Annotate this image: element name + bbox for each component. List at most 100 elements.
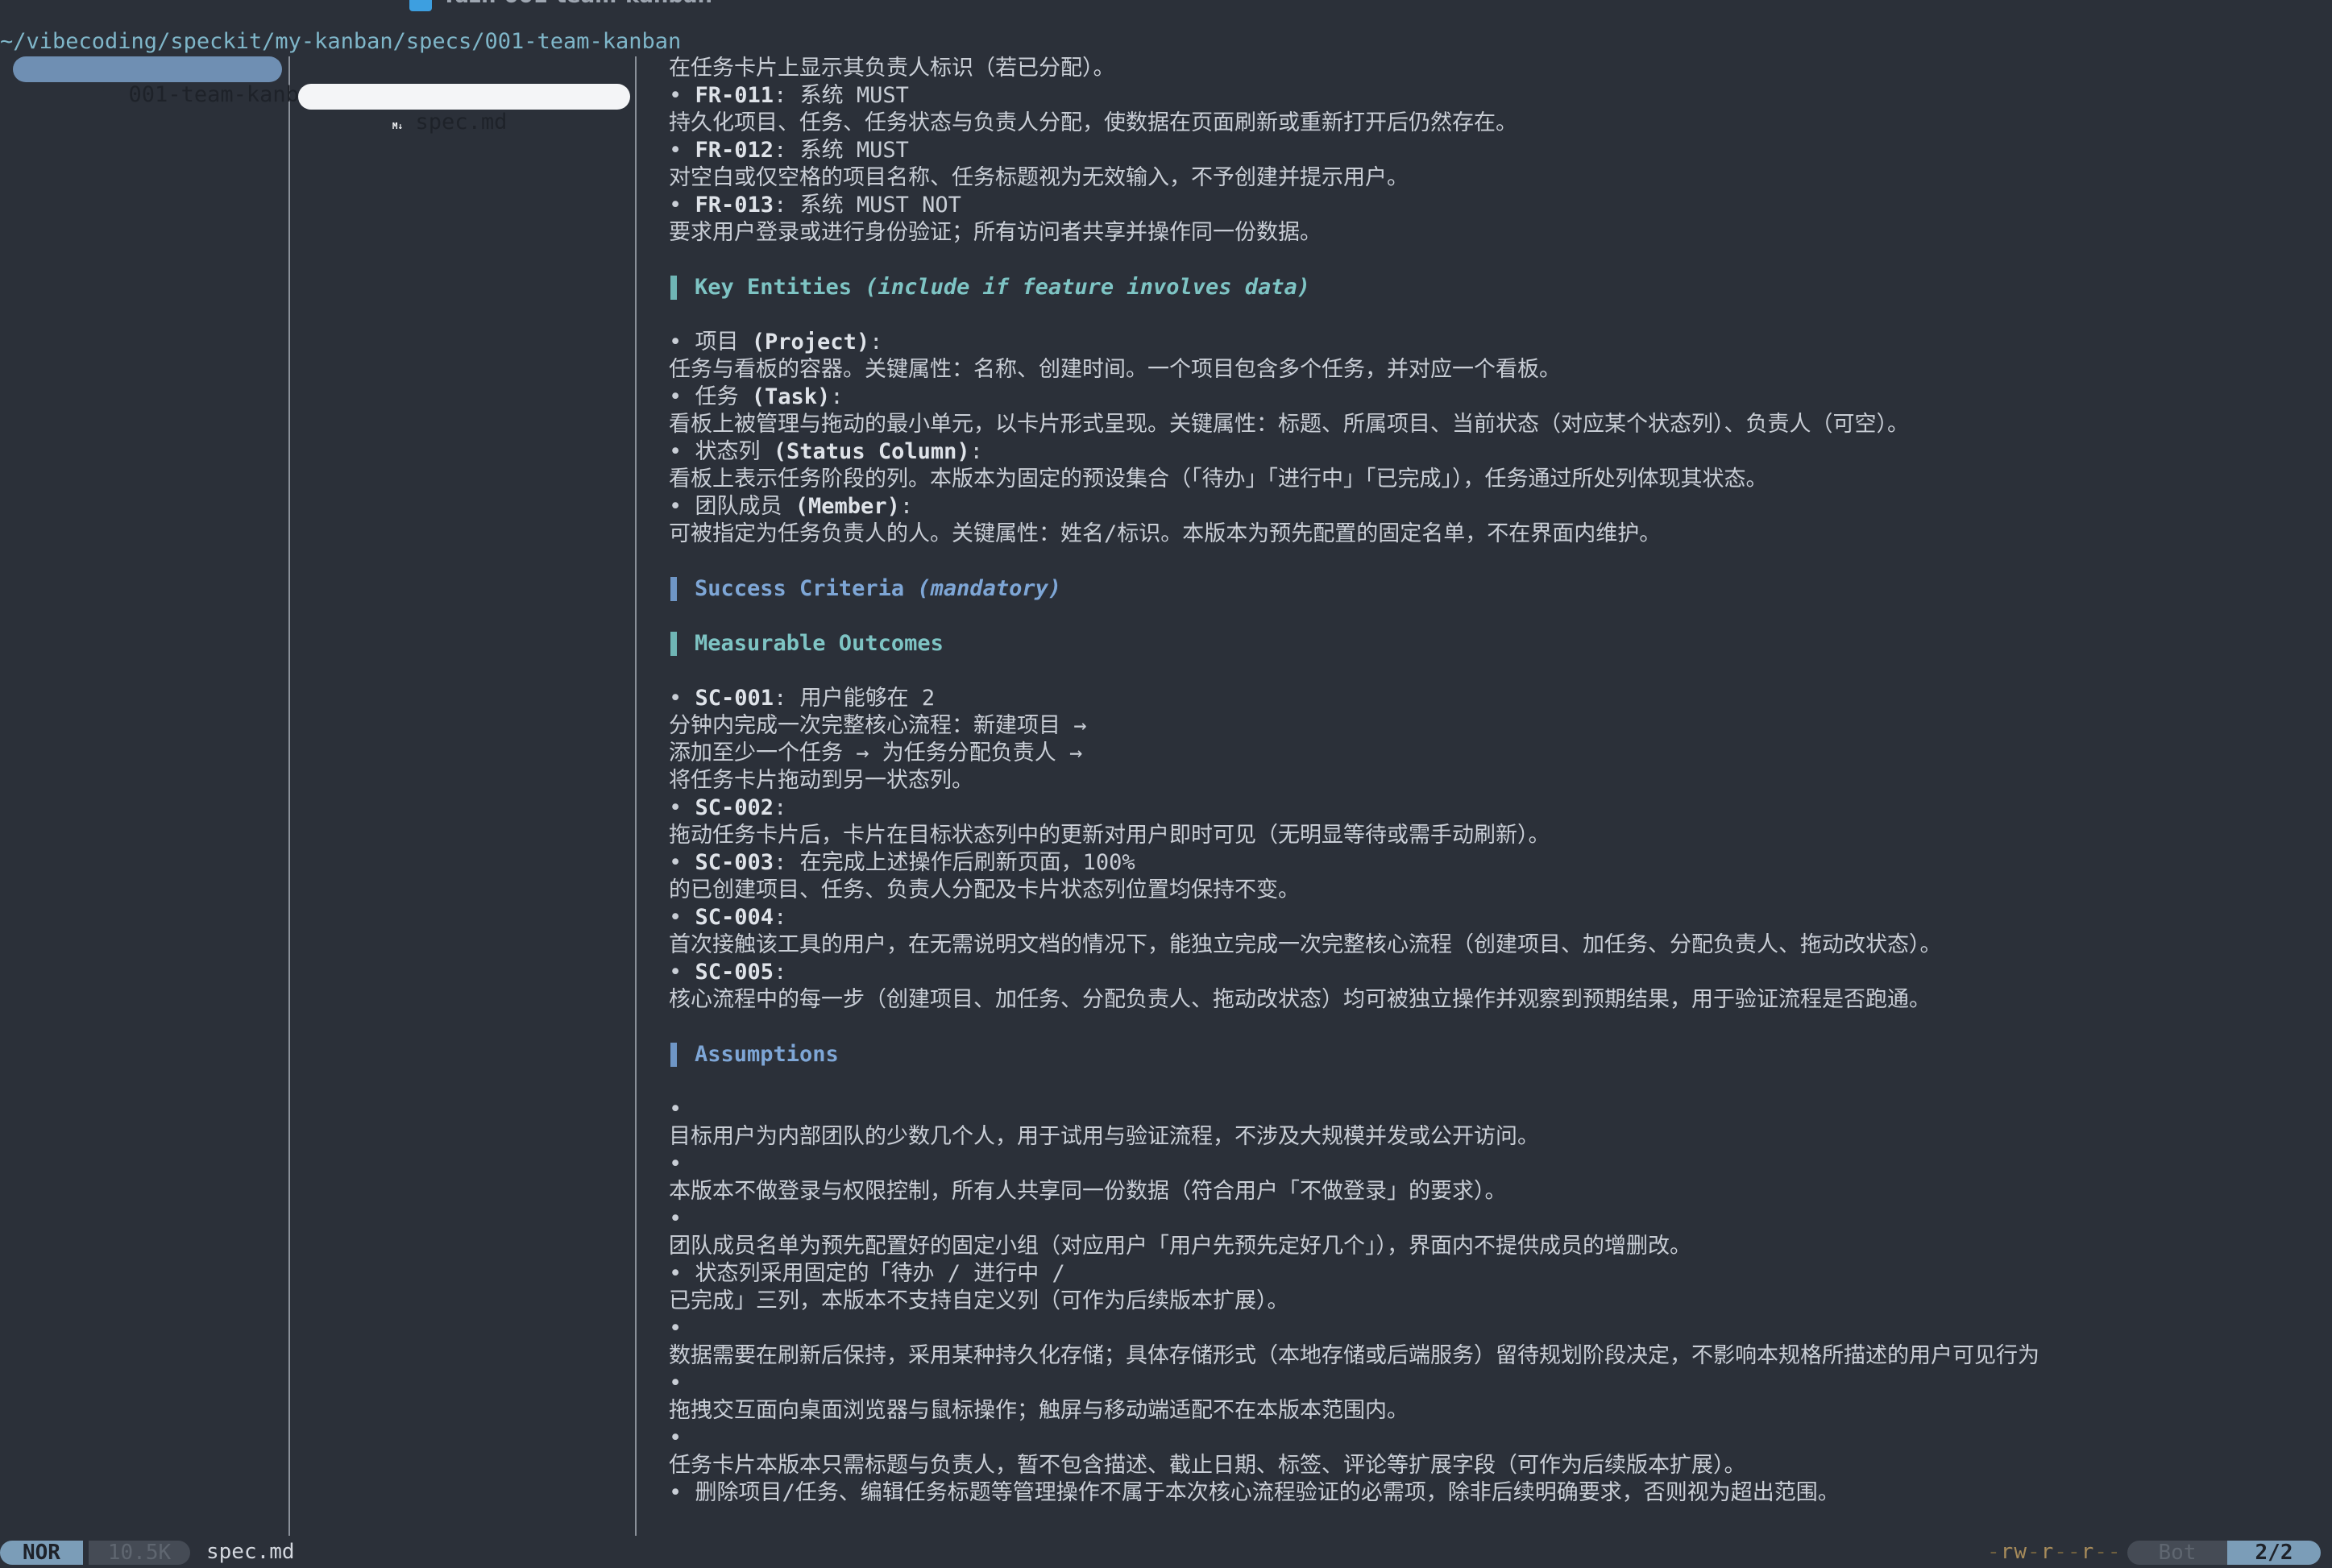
permission-char: - xyxy=(2054,1540,2068,1564)
bullet-marker: • xyxy=(669,1480,695,1505)
list-item: • FR-011: 系统 MUST xyxy=(669,82,909,110)
line-text: 本版本不做登录与权限控制，所有人共享同一份数据（符合用户「不做登录」的要求）。 xyxy=(669,1179,1507,1204)
requirement-id: FR-011 xyxy=(695,83,774,108)
text-line: 任务与看板的容器。关键属性：名称、创建时间。一个项目包含多个任务，并对应一个看板… xyxy=(669,356,1561,384)
entity-name: (Status Column) xyxy=(773,439,970,464)
line-text: 持久化项目、任务、任务状态与负责人分配，使数据在页面刷新或重新打开后仍然存在。 xyxy=(669,110,1517,135)
bullet-marker: • xyxy=(669,686,695,711)
line-text: 拖动任务卡片后，卡片在目标状态列中的更新对用户即时可见（无明显等待或需手动刷新）… xyxy=(669,823,1550,848)
section-heading-text: Key Entities xyxy=(695,275,865,300)
section-heading: Measurable Outcomes xyxy=(669,630,944,657)
list-item: • SC-001: 用户能够在 2 xyxy=(669,685,935,712)
status-bar: NOR 10.5K spec.md -rw-r--r-- Bot 2/2 xyxy=(0,1536,2332,1568)
line-text: 拖拽交互面向桌面浏览器与鼠标操作；触屏与移动端适配不在本版本范围内。 xyxy=(669,1398,1409,1423)
bullet-marker: • xyxy=(669,1316,683,1341)
section-heading: Key Entities (include if feature involve… xyxy=(669,274,1310,301)
line-text: 删除项目/任务、编辑任务标题等管理操作不属于本次核心流程验证的必需项，除非后续明… xyxy=(695,1480,1840,1505)
line-suffix: : xyxy=(830,384,844,409)
text-line: 核心流程中的每一步（创建项目、加任务、分配负责人、拖动改状态）均可被独立操作并观… xyxy=(669,986,1931,1014)
line-text: 状态列采用固定的「待办 / 进行中 / xyxy=(695,1261,1065,1286)
permission-char: - xyxy=(2094,1540,2108,1564)
line-text: 任务卡片本版本只需标题与负责人，暂不包含描述、截止日期、标签、评论等扩展字段（可… xyxy=(669,1453,1746,1478)
entity-name: (Task) xyxy=(751,384,831,409)
list-item: • xyxy=(669,1205,682,1233)
yazi-app-icon xyxy=(409,0,432,11)
file-preview-pane[interactable]: 在任务卡片上显示其负责人标识（若已分配）。 • FR-011: 系统 MUST 持久… xyxy=(669,55,2329,1537)
text-line: 将任务卡片拖动到另一状态列。 xyxy=(669,767,973,794)
line-text: 对空白或仅空格的项目名称、任务标题视为无效输入，不予创建并提示用户。 xyxy=(669,165,1409,190)
section-heading-note: (mandatory) xyxy=(917,576,1062,601)
text-line: 要求用户登录或进行身份验证；所有访问者共享并操作同一份数据。 xyxy=(669,219,1322,247)
line-text: 在任务卡片上显示其负责人标识（若已分配）。 xyxy=(669,56,1115,81)
permission-char: r xyxy=(2040,1540,2055,1564)
permission-char: - xyxy=(2027,1540,2041,1564)
file-permissions: -rw-r--r-- xyxy=(1987,1536,2122,1568)
requirement-id: SC-001 xyxy=(695,686,774,711)
list-item: • 任务 (Task): xyxy=(669,384,844,411)
section-heading-text: Assumptions xyxy=(695,1042,839,1067)
requirement-id: FR-013 xyxy=(695,193,774,218)
yazi-window: Yazi: 001-team-kanban ~/vibecoding/speck… xyxy=(0,0,2332,1568)
line-text: : xyxy=(774,905,787,930)
list-item: • FR-013: 系统 MUST NOT xyxy=(669,192,961,219)
bullet-marker: • xyxy=(669,439,695,464)
text-line: 任务卡片本版本只需标题与负责人，暂不包含描述、截止日期、标签、评论等扩展字段（可… xyxy=(669,1452,1746,1479)
scroll-position-label: Bot xyxy=(2127,1541,2227,1565)
bullet-marker: • xyxy=(669,795,695,820)
list-item: • SC-003: 在完成上述操作后刷新页面，100% xyxy=(669,849,1135,877)
line-text: 已完成」三列，本版本不支持自定义列（可作为后续版本扩展）。 xyxy=(669,1288,1289,1313)
text-line: 可被指定为任务负责人的人。关键属性：姓名/标识。本版本为预先配置的固定名单，不在… xyxy=(669,521,1661,548)
bullet-marker: • xyxy=(669,193,695,218)
line-suffix: : xyxy=(869,330,883,355)
line-text: 首次接触该工具的用户，在无需说明文档的情况下，能独立完成一次完整核心流程（创建项… xyxy=(669,932,1942,957)
requirement-id: FR-012 xyxy=(695,138,774,163)
line-text: 状态列 xyxy=(695,439,774,464)
text-line: 目标用户为内部团队的少数几个人，用于试用与验证流程，不涉及大规模并发或公开访问。 xyxy=(669,1123,1539,1151)
list-item: • 删除项目/任务、编辑任务标题等管理操作不属于本次核心流程验证的必需项，除非后… xyxy=(669,1479,1840,1507)
permission-char: - xyxy=(2107,1540,2122,1564)
bullet-marker: • xyxy=(669,1151,683,1176)
parent-directory-pane: 001-team-kanban xyxy=(0,56,325,1536)
status-filename: spec.md xyxy=(206,1540,295,1564)
entity-name: (Member) xyxy=(795,494,900,519)
text-line: 看板上被管理与拖动的最小单元，以卡片形式呈现。关键属性：标题、所属项目、当前状态… xyxy=(669,411,1909,438)
text-line: 首次接触该工具的用户，在无需说明文档的情况下，能独立完成一次完整核心流程（创建项… xyxy=(669,931,1942,959)
text-line: 分钟内完成一次完整核心流程：新建项目 → xyxy=(669,712,1087,740)
section-heading-text: Measurable Outcomes xyxy=(695,631,944,656)
entry-checklists[interactable]: checklists xyxy=(308,56,627,107)
line-text: 任务与看板的容器。关键属性：名称、创建时间。一个项目包含多个任务，并对应一个看板… xyxy=(669,357,1561,382)
text-line: 本版本不做登录与权限控制，所有人共享同一份数据（符合用户「不做登录」的要求）。 xyxy=(669,1178,1507,1205)
line-text: 分钟内完成一次完整核心流程：新建项目 → xyxy=(669,713,1087,738)
requirement-id: SC-004 xyxy=(695,905,774,930)
line-text: 项目 xyxy=(695,330,752,355)
line-text: 要求用户登录或进行身份验证；所有访问者共享并操作同一份数据。 xyxy=(669,220,1322,245)
bullet-marker: • xyxy=(669,1097,683,1122)
line-suffix: : xyxy=(899,494,914,519)
current-path: ~/vibecoding/speckit/my-kanban/specs/001… xyxy=(0,29,682,54)
line-text: 数据需要在刷新后保持，采用某种持久化存储；具体存储形式（本地存储或后端服务）留待… xyxy=(669,1343,2039,1368)
text-line: 拖拽交互面向桌面浏览器与鼠标操作；触屏与移动端适配不在本版本范围内。 xyxy=(669,1397,1409,1425)
requirement-id: SC-002 xyxy=(695,795,774,820)
markdown-icon: M↓ xyxy=(388,120,408,133)
section-heading-note: (include if feature involves data) xyxy=(865,275,1311,300)
text-line: 添加至少一个任务 → 为任务分配负责人 → xyxy=(669,740,1082,767)
bullet-marker: • xyxy=(669,330,695,355)
parent-entry-001-team-kanban[interactable]: 001-team-kanban xyxy=(13,56,325,107)
text-line: 的已创建项目、任务、负责人分配及卡片状态列位置均保持不变。 xyxy=(669,877,1300,904)
line-text: 的已创建项目、任务、负责人分配及卡片状态列位置均保持不变。 xyxy=(669,877,1300,902)
text-line: 在任务卡片上显示其负责人标识（若已分配）。 xyxy=(669,55,1115,82)
line-text: 团队成员名单为预先配置好的固定小组（对应用户「用户先预先定好几个」），界面内不提… xyxy=(669,1234,1691,1259)
bullet-marker: • xyxy=(669,905,695,930)
section-heading-text: Success Criteria xyxy=(695,576,918,601)
line-text: 目标用户为内部团队的少数几个人，用于试用与验证流程，不涉及大规模并发或公开访问。 xyxy=(669,1124,1539,1149)
bullet-marker: • xyxy=(669,960,695,985)
line-text: 任务 xyxy=(695,384,752,409)
mode-indicator: NOR xyxy=(0,1541,83,1565)
line-text: 看板上被管理与拖动的最小单元，以卡片形式呈现。关键属性：标题、所属项目、当前状态… xyxy=(669,412,1909,437)
entry-label: spec.md xyxy=(415,110,508,135)
line-text: : 用户能够在 2 xyxy=(774,686,936,711)
list-item: • xyxy=(669,1151,682,1178)
text-line: 团队成员名单为预先配置好的固定小组（对应用户「用户先预先定好几个」），界面内不提… xyxy=(669,1233,1691,1260)
line-text: 将任务卡片拖动到另一状态列。 xyxy=(669,768,973,793)
entry-spec-md[interactable]: M↓ spec.md xyxy=(298,84,630,135)
